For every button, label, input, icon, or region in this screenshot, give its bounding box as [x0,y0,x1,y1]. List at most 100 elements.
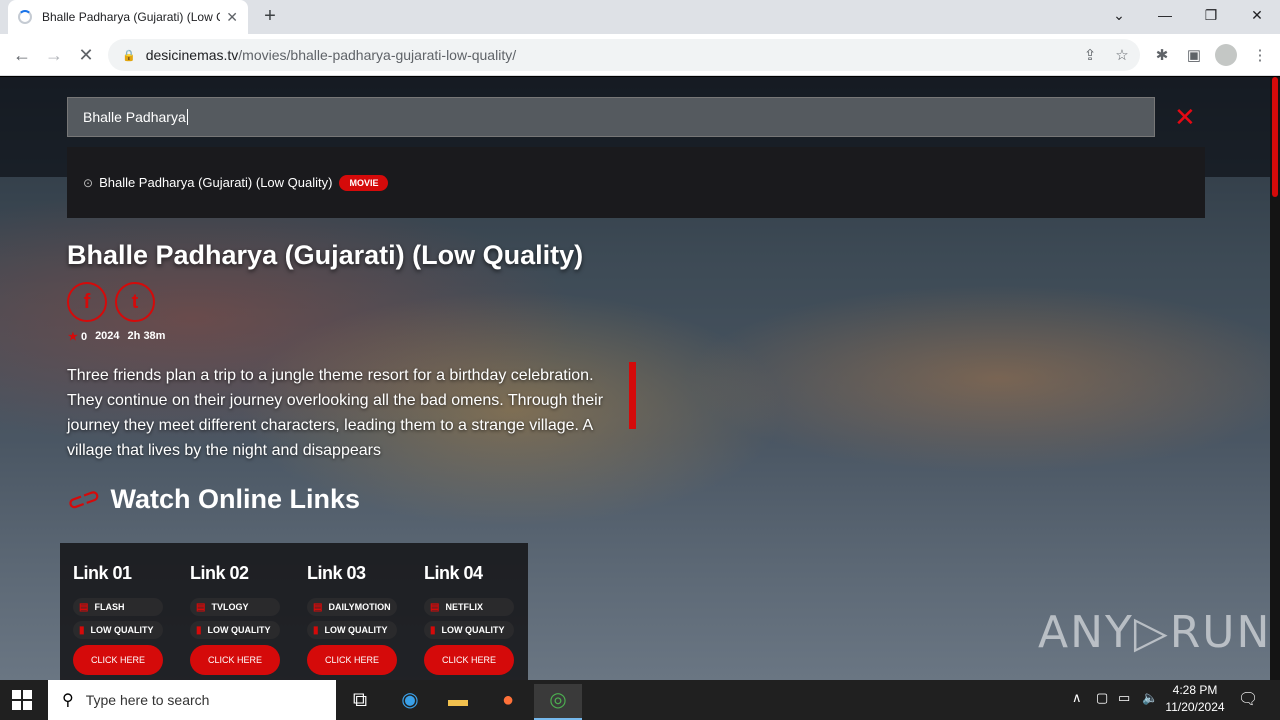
forward-arrow-icon[interactable]: → [42,43,66,67]
quality-pill: ▮ LOW QUALITY [73,621,163,639]
rating: ★ 0 [68,330,87,343]
movie-badge: MOVIE [339,174,389,191]
source-pill: ▤ TVLOGY [190,598,280,616]
quality-pill: ▮ LOW QUALITY [307,621,397,639]
taskbar-search-box[interactable]: ⚲ Type here to search [48,680,336,720]
link-cards: Link 01 ▤ FLASH ▮ LOW QUALITY CLICK HERE L… [60,543,528,680]
clock-date: 11/20/2024 [1165,700,1225,714]
duration: 2h 38m [127,330,166,342]
loading-spinner-icon [18,10,32,24]
tray-chevron-icon[interactable]: ∧ [1072,690,1082,706]
browser-toolbar: ← → ✕ 🔒 desicinemas.tv/movies/bhalle-pad… [0,34,1280,76]
menu-kebab-icon[interactable]: ⋮ [1250,46,1270,64]
signal-bars-icon: ▮ [196,624,202,636]
volume-icon[interactable]: 🔈 [1142,690,1158,706]
source-label: DAILYMOTION [328,602,391,612]
source-label: NETFLIX [445,602,483,612]
address-bar[interactable]: 🔒 desicinemas.tv/movies/bhalle-padharya-… [108,39,1140,71]
file-explorer-icon[interactable]: ▬ [434,684,482,720]
source-pill: ▤ DAILYMOTION [307,598,397,616]
link-name: Link 01 [73,563,132,583]
system-clock[interactable]: 4:28 PM 11/20/2024 [1160,682,1230,716]
page-scrollbar[interactable] [1270,77,1280,680]
minimize-button[interactable]: — [1150,4,1180,26]
signal-bars-icon: ▮ [79,624,85,636]
facebook-share-icon[interactable]: f [67,282,107,322]
tab-search-button[interactable]: ⌄ [1104,4,1134,26]
bookmark-star-icon[interactable]: ☆ [1112,46,1132,64]
release-year: 2024 [95,330,120,342]
link-chain-icon: ⊂⊃ [64,483,104,517]
lock-icon: 🔒 [122,49,136,62]
quality-label: LOW QUALITY [90,625,154,635]
windows-start-icon[interactable] [12,690,32,710]
windows-taskbar: ⚲ Type here to search ⧉ ◉ ▬ ● ◎ ∧ ▢ ▭ 🔈 … [0,680,1280,720]
profile-avatar[interactable] [1215,44,1237,66]
source-pill: ▤ FLASH [73,598,163,616]
search-input[interactable]: Bhalle Padharya [67,97,1155,137]
click-here-button[interactable]: CLICK HERE [73,645,163,675]
back-arrow-icon[interactable]: ← [10,43,34,67]
network-icon[interactable]: ▭ [1118,690,1130,706]
source-label: FLASH [94,602,125,612]
search-results-dropdown: ⊙ Bhalle Padharya (Gujarati) (Low Qualit… [67,147,1205,218]
scrollbar-thumb[interactable] [1272,77,1278,197]
source-pill: ▤ NETFLIX [424,598,514,616]
side-panel-icon[interactable]: ▣ [1184,46,1204,64]
close-search-icon[interactable]: ✕ [1174,104,1196,130]
play-circle-icon: ⊙ [83,175,94,190]
server-icon: ▤ [196,601,206,613]
browser-tab[interactable]: Bhalle Padharya (Gujarati) (Low Q ✕ [8,0,248,34]
signal-bars-icon: ▮ [430,624,436,636]
search-result-item[interactable]: Bhalle Padharya (Gujarati) (Low Quality) [99,175,332,190]
link-name: Link 03 [307,563,366,583]
quality-pill: ▮ LOW QUALITY [190,621,280,639]
server-icon: ▤ [79,601,89,613]
search-icon: ⚲ [62,692,74,709]
link-card: Link 03 ▤ DAILYMOTION ▮ LOW QUALITY CLICK … [294,543,411,680]
rating-value: 0 [80,331,88,343]
link-card: Link 01 ▤ FLASH ▮ LOW QUALITY CLICK HERE [60,543,177,680]
device-icon[interactable]: ▢ [1096,690,1108,706]
browser-tab-strip: Bhalle Padharya (Gujarati) (Low Q ✕ + ⌄ … [0,0,1280,34]
tab-close-icon[interactable]: ✕ [226,9,238,26]
quality-label: LOW QUALITY [207,625,271,635]
edge-browser-icon[interactable]: ◉ [386,684,434,720]
quality-label: LOW QUALITY [441,625,505,635]
click-here-button[interactable]: CLICK HERE [424,645,514,675]
page-viewport: Bhalle Padharya ✕ ⊙ Bhalle Padharya (Guj… [0,77,1280,680]
watch-heading-text: Watch Online Links [110,484,361,514]
chrome-icon[interactable]: ◎ [534,684,582,720]
url-path: /movies/bhalle-padharya-gujarati-low-qua… [238,47,517,63]
quality-pill: ▮ LOW QUALITY [424,621,514,639]
close-window-button[interactable]: ✕ [1242,4,1272,26]
notification-icon[interactable]: 🗨 [1238,689,1258,709]
share-icon[interactable]: ⇪ [1080,46,1100,64]
signal-bars-icon: ▮ [313,624,319,636]
movie-title: Bhalle Padharya (Gujarati) (Low Quality) [67,240,584,270]
link-card: Link 02 ▤ TVLOGY ▮ LOW QUALITY CLICK HERE [177,543,294,680]
server-icon: ▤ [313,601,323,613]
accent-bar [629,362,636,429]
extensions-puzzle-icon[interactable]: ✱ [1152,46,1172,64]
click-here-button[interactable]: CLICK HERE [307,645,397,675]
link-name: Link 04 [424,563,483,583]
server-icon: ▤ [430,601,440,613]
restore-button[interactable]: ❐ [1196,4,1226,26]
watch-online-heading: ⊂⊃ Watch Online Links [64,483,361,517]
firefox-icon[interactable]: ● [484,684,532,720]
quality-label: LOW QUALITY [324,625,388,635]
twitter-share-icon[interactable]: t [115,282,155,322]
clock-time: 4:28 PM [1172,683,1218,697]
link-card: Link 04 ▤ NETFLIX ▮ LOW QUALITY CLICK HERE [411,543,528,680]
stop-loading-icon[interactable]: ✕ [74,43,98,67]
click-here-button[interactable]: CLICK HERE [190,645,280,675]
link-name: Link 02 [190,563,249,583]
tab-title: Bhalle Padharya (Gujarati) (Low Q [42,10,221,24]
task-view-icon[interactable]: ⧉ [336,684,384,720]
anyrun-watermark: ANY▷RUN [1038,607,1272,658]
source-label: TVLOGY [211,602,249,612]
star-icon: ★ [68,331,78,343]
new-tab-button[interactable]: + [258,4,282,28]
text-caret [186,109,188,125]
